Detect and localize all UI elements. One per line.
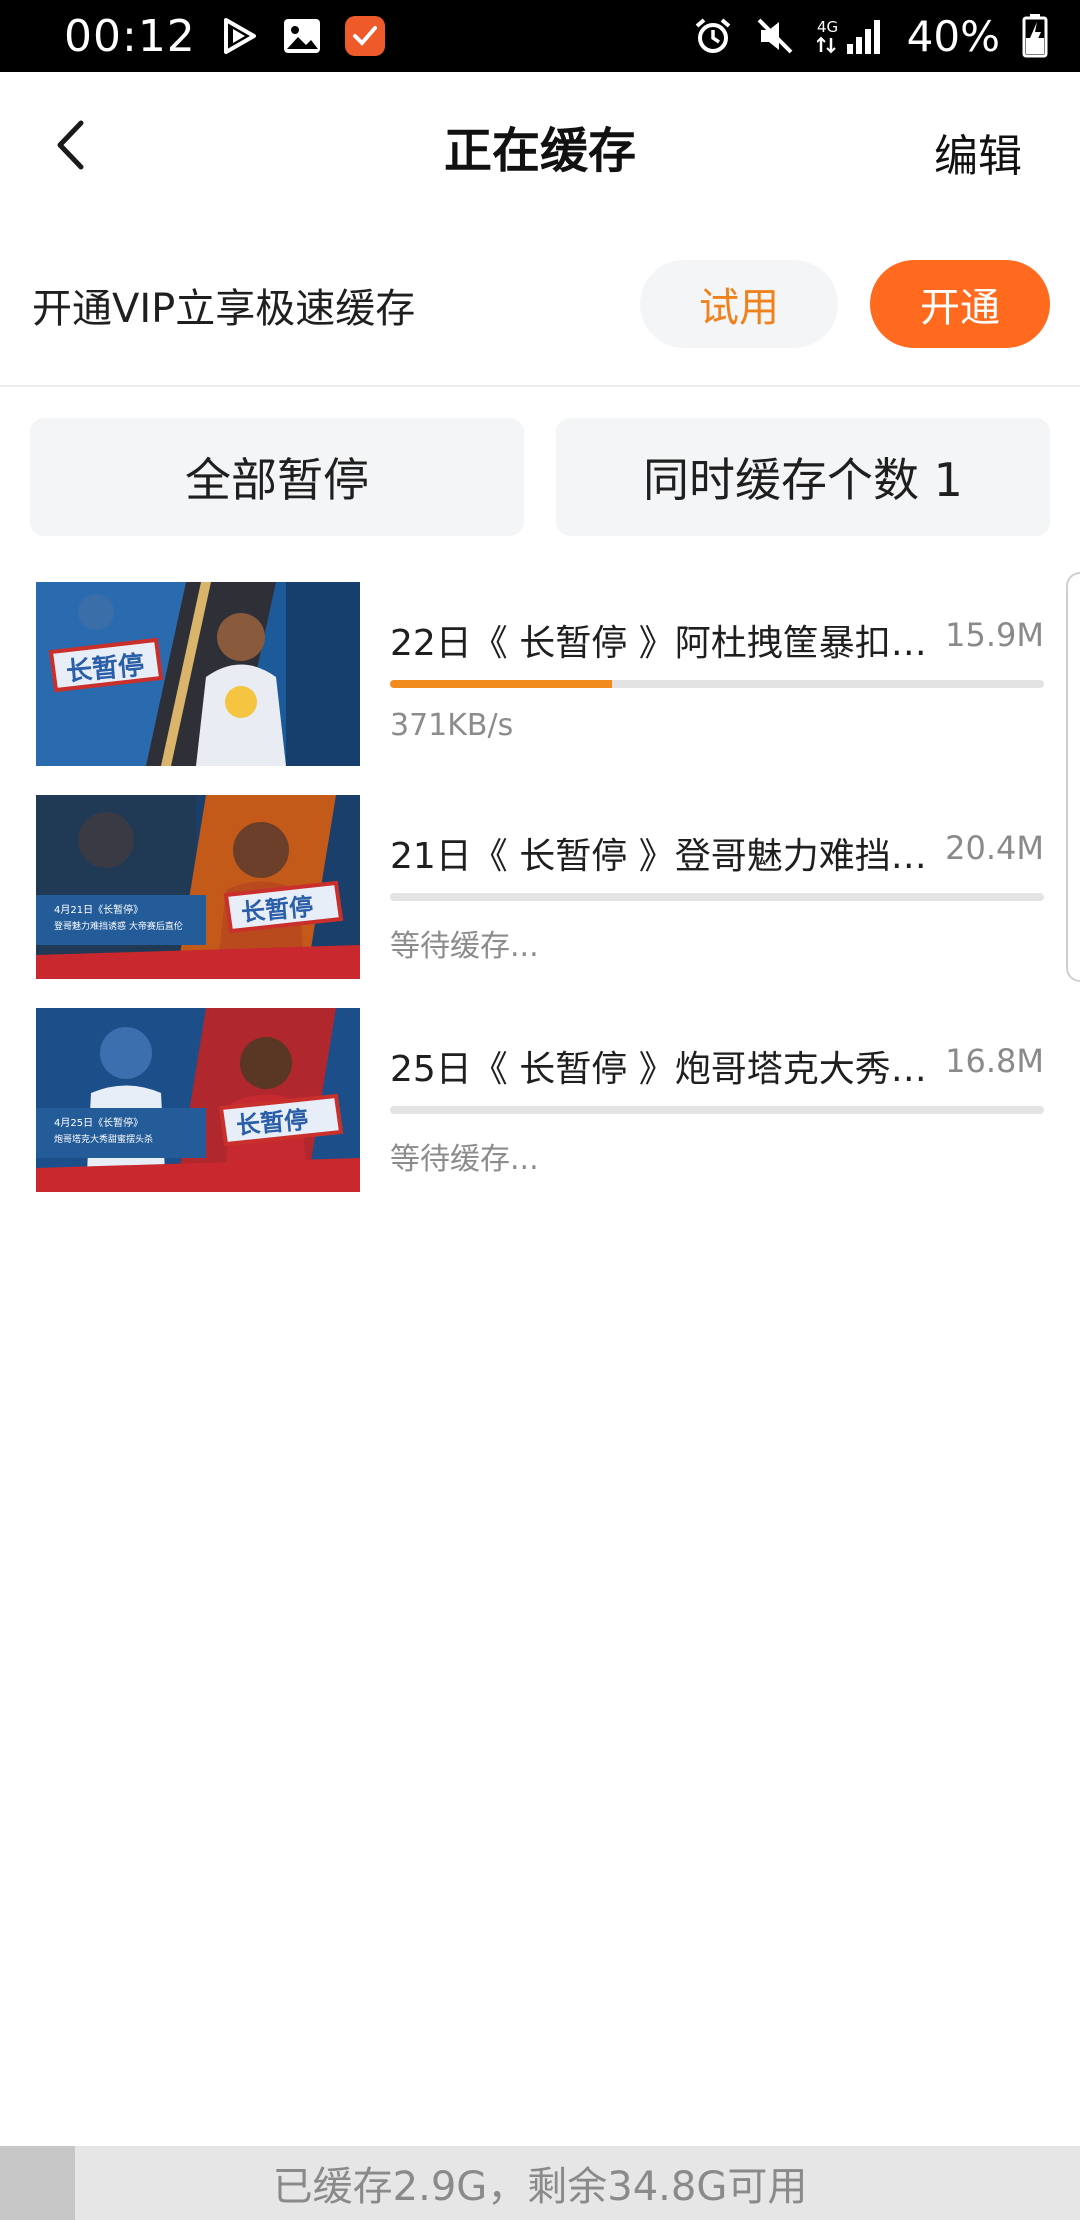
page-title: 正在缓存	[443, 123, 636, 179]
chevron-left-icon	[57, 120, 84, 170]
download-item[interactable]: 4月21日《长暂停》 登哥魅力难挡诱惑 大帝赛后直伦 长暂停 21日《 长暂停 …	[0, 795, 1080, 979]
svg-text:4月25日《长暂停》: 4月25日《长暂停》	[54, 1116, 143, 1129]
signal-icon: 4G	[816, 16, 885, 56]
download-progress-bar	[390, 1106, 1044, 1114]
vip-promo-text: 开通VIP立享极速缓存	[32, 286, 416, 332]
storage-used-fill	[0, 2146, 75, 2220]
status-bar: 00:12 4G 40%	[0, 0, 1080, 72]
download-title: 25日《 长暂停 》炮哥塔克大秀甜...	[390, 1049, 945, 1090]
download-progress-bar	[390, 680, 1044, 688]
battery-percent: 40%	[906, 11, 1000, 61]
download-progress-bar	[390, 893, 1044, 901]
vip-open-button[interactable]: 开通	[870, 260, 1050, 348]
download-manager-screen: 00:12 4G 40% 正在缓存 编辑 开通VIP立享极速缓存 试用 开通 全…	[0, 0, 1080, 2220]
divider	[0, 385, 1080, 387]
download-title: 22日《 长暂停 》阿杜拽筐暴扣吓...	[390, 623, 945, 664]
svg-text:炮哥塔克大秀甜蜜摆头杀: 炮哥塔克大秀甜蜜摆头杀	[54, 1133, 153, 1145]
download-size: 16.8M	[945, 1042, 1044, 1080]
video-thumbnail: 长暂停	[36, 582, 360, 766]
download-item[interactable]: 长暂停 22日《 长暂停 》阿杜拽筐暴扣吓... 15.9M 371KB/s	[0, 582, 1080, 766]
back-button[interactable]	[40, 110, 100, 180]
download-size: 20.4M	[945, 829, 1044, 867]
pause-all-button[interactable]: 全部暂停	[30, 418, 524, 536]
video-thumbnail: 4月25日《长暂停》 炮哥塔克大秀甜蜜摆头杀 长暂停	[36, 1008, 360, 1192]
play-icon	[218, 15, 260, 57]
download-speed: 371KB/s	[390, 708, 514, 743]
video-thumbnail: 4月21日《长暂停》 登哥魅力难挡诱惑 大帝赛后直伦 长暂停	[36, 795, 360, 979]
edit-button[interactable]: 编辑	[934, 120, 1022, 184]
mute-icon	[755, 16, 795, 56]
concurrent-downloads-button[interactable]: 同时缓存个数 1	[556, 418, 1050, 536]
download-status: 等待缓存...	[390, 929, 539, 964]
battery-icon	[1022, 14, 1048, 58]
gallery-icon	[282, 17, 322, 55]
download-progress-fill	[390, 680, 613, 688]
download-size: 15.9M	[945, 616, 1044, 654]
svg-text:登哥魅力难挡诱惑 大帝赛后直伦: 登哥魅力难挡诱惑 大帝赛后直伦	[54, 920, 183, 932]
side-scroll-handle[interactable]	[1066, 572, 1080, 982]
notification-app-icon	[344, 15, 386, 57]
alarm-icon	[693, 16, 733, 56]
nav-bar: 正在缓存 编辑	[0, 72, 1080, 220]
status-time: 00:12	[64, 10, 196, 62]
svg-text:4月21日《长暂停》: 4月21日《长暂停》	[54, 903, 143, 916]
storage-usage-bar: 已缓存2.9G，剩余34.8G可用	[0, 2146, 1080, 2220]
download-title: 21日《 长暂停 》登哥魅力难挡诱...	[390, 836, 945, 877]
svg-text:4G: 4G	[817, 18, 838, 36]
download-status: 等待缓存...	[390, 1142, 539, 1177]
vip-try-button[interactable]: 试用	[640, 260, 838, 348]
download-item[interactable]: 4月25日《长暂停》 炮哥塔克大秀甜蜜摆头杀 长暂停 25日《 长暂停 》炮哥塔…	[0, 1008, 1080, 1192]
vip-banner: 开通VIP立享极速缓存 试用 开通	[0, 240, 1080, 370]
storage-usage-text: 已缓存2.9G，剩余34.8G可用	[272, 2164, 808, 2210]
